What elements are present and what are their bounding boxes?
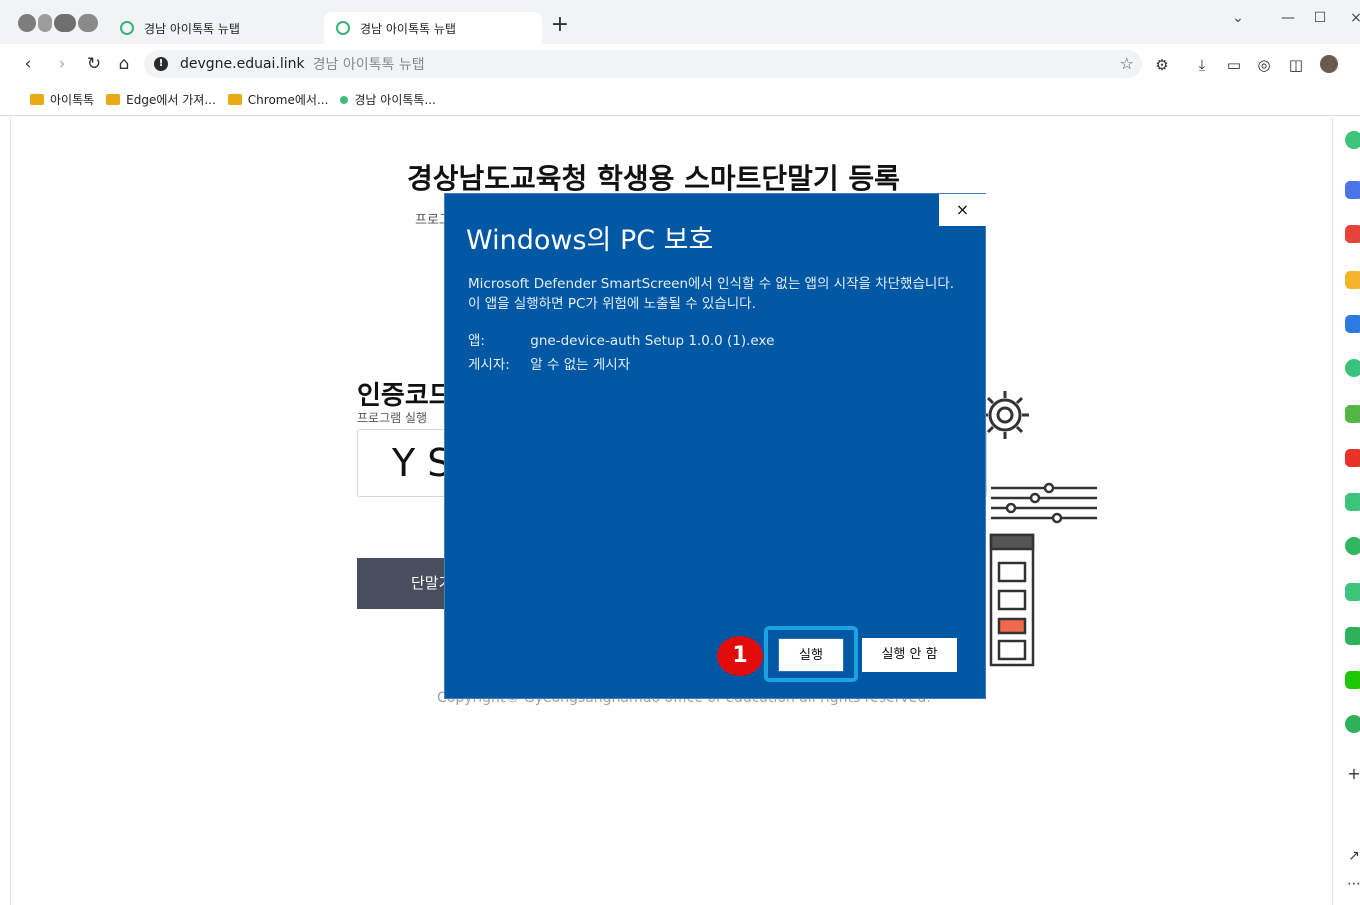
minimize-icon[interactable]: — (1276, 10, 1300, 30)
sidebar-add-icon[interactable]: + (1345, 765, 1360, 783)
gear-circuit-illustration (981, 391, 1097, 667)
site-dot-icon (340, 95, 349, 104)
dialog-app-row: 앱: gne-device-auth Setup 1.0.0 (1).exe (468, 329, 774, 349)
bookmark-label: 경남 아이톡톡... (354, 93, 436, 107)
window-panel-icon (989, 533, 1035, 667)
close-window-icon[interactable]: × (1344, 10, 1360, 30)
bookmark-item[interactable]: 아이톡톡 (30, 91, 94, 108)
bookmark-item[interactable]: Chrome에서... (227, 91, 329, 108)
folder-icon (227, 94, 242, 105)
tab-active[interactable]: 경남 아이톡톡 뉴탭 (324, 12, 542, 44)
logo-mark (78, 14, 98, 32)
publisher-value: 알 수 없는 게시자 (530, 357, 631, 373)
dont-run-button[interactable]: 실행 안 함 (862, 638, 957, 672)
sidebar-news-icon[interactable] (1345, 449, 1360, 467)
sidebar-green-circle-icon[interactable] (1345, 131, 1360, 149)
browser-toolbar: ‹ › ↻ ⌂ ! devgne.eduai.link 경남 아이톡톡 뉴탭 ☆… (0, 44, 1360, 84)
app-key: 앱: (468, 333, 485, 349)
split-view-icon[interactable]: ◫ (1286, 55, 1306, 75)
home-icon[interactable]: ⌂ (112, 52, 136, 76)
step-badge: 1 (717, 636, 763, 676)
maximize-icon[interactable]: ☐ (1308, 10, 1332, 30)
sidebar-chat-icon[interactable] (1345, 583, 1360, 601)
auth-code-sublabel: 프로그램 실행 (357, 411, 428, 425)
reload-icon[interactable]: ↻ (82, 52, 106, 76)
logo-mark (18, 14, 36, 32)
logo-mark (38, 14, 52, 32)
folder-icon (106, 94, 121, 105)
favorite-star-icon[interactable]: ☆ (1120, 54, 1134, 73)
tab-label: 경남 아이톡톡 뉴탭 (144, 21, 240, 36)
tab-inactive[interactable]: 경남 아이톡톡 뉴탭 (108, 12, 308, 44)
sidebar-leaf-icon[interactable] (1345, 537, 1360, 555)
sidebar-cart-icon[interactable] (1345, 627, 1360, 645)
sidebar-star-icon[interactable] (1345, 271, 1360, 289)
sidebar-more-icon[interactable]: ⋯ (1345, 875, 1360, 893)
tab-search-chevron-icon[interactable]: ⌄ (1226, 10, 1250, 30)
sidebar-map-icon[interactable] (1345, 715, 1360, 733)
bookmark-label: Chrome에서... (247, 93, 329, 107)
dialog-message: Microsoft Defender SmartScreen에서 인식할 수 없… (468, 276, 955, 312)
folder-icon (30, 94, 44, 105)
address-page-title: 경남 아이톡톡 뉴탭 (312, 57, 425, 73)
screenshot-icon[interactable]: ▭ (1224, 55, 1244, 75)
tab-label: 경남 아이톡톡 뉴탭 (360, 21, 456, 36)
new-tab-button[interactable]: + (548, 14, 572, 38)
circuit-lines-icon (991, 482, 1097, 524)
forward-icon[interactable]: › (50, 52, 74, 76)
dialog-close-button[interactable]: × (939, 194, 986, 226)
run-button[interactable]: 실행 (778, 638, 844, 672)
browser-logo[interactable] (18, 12, 100, 34)
address-domain: devgne.eduai.link (180, 56, 305, 72)
capture-icon[interactable]: ◎ (1254, 55, 1274, 75)
sidebar-pocket-icon[interactable] (1345, 225, 1360, 243)
tab-favicon-icon (336, 21, 350, 35)
sidebar-contacts-icon[interactable] (1345, 315, 1360, 333)
browser-titlebar: 경남 아이톡톡 뉴탭 경남 아이톡톡 뉴탭 + ⌄ — ☐ × (0, 0, 1360, 44)
download-icon[interactable]: ⤓ (1192, 55, 1212, 75)
sidebar-briefcase-icon[interactable] (1345, 181, 1360, 199)
dialog-title: Windows의 PC 보호 (466, 225, 714, 256)
auth-code-label: 인증코드 (357, 381, 453, 411)
address-bar[interactable]: ! devgne.eduai.link 경남 아이톡톡 뉴탭 ☆ (144, 50, 1142, 78)
publisher-key: 게시자: (468, 357, 510, 373)
dialog-publisher-row: 게시자: 알 수 없는 게시자 (468, 353, 630, 373)
bookmarks-bar: 아이톡톡 Edge에서 가져... Chrome에서... 경남 아이톡톡... (0, 84, 1360, 116)
sidebar-naver-icon[interactable] (1345, 671, 1360, 689)
bookmark-label: 아이톡톡 (50, 93, 95, 107)
site-info-icon[interactable]: ! (154, 57, 168, 71)
sidebar-external-link-icon[interactable]: ↗ (1345, 847, 1360, 865)
extensions-icon[interactable]: ⚙ (1152, 55, 1172, 75)
sidebar-app-icon[interactable] (1345, 493, 1360, 511)
browser-sidebar: + ↗ ⋯ (1332, 117, 1360, 905)
back-icon[interactable]: ‹ (16, 52, 40, 76)
gear-icon (981, 391, 1029, 439)
page-heading: 경상남도교육청 학생용 스마트단말기 등록 (407, 162, 900, 195)
bookmark-label: Edge에서 가져... (126, 93, 216, 107)
tab-favicon-icon (120, 21, 134, 35)
profile-avatar[interactable] (1320, 55, 1338, 73)
app-value: gne-device-auth Setup 1.0.0 (1).exe (530, 333, 775, 349)
sidebar-webtoon-icon[interactable] (1345, 405, 1360, 423)
smartscreen-dialog: × Windows의 PC 보호 Microsoft Defender Smar… (444, 193, 986, 699)
sidebar-play-icon[interactable] (1345, 359, 1360, 377)
bookmark-item[interactable]: 경남 아이톡톡... (340, 91, 436, 108)
logo-mark (54, 14, 76, 32)
bookmark-item[interactable]: Edge에서 가져... (106, 91, 216, 108)
